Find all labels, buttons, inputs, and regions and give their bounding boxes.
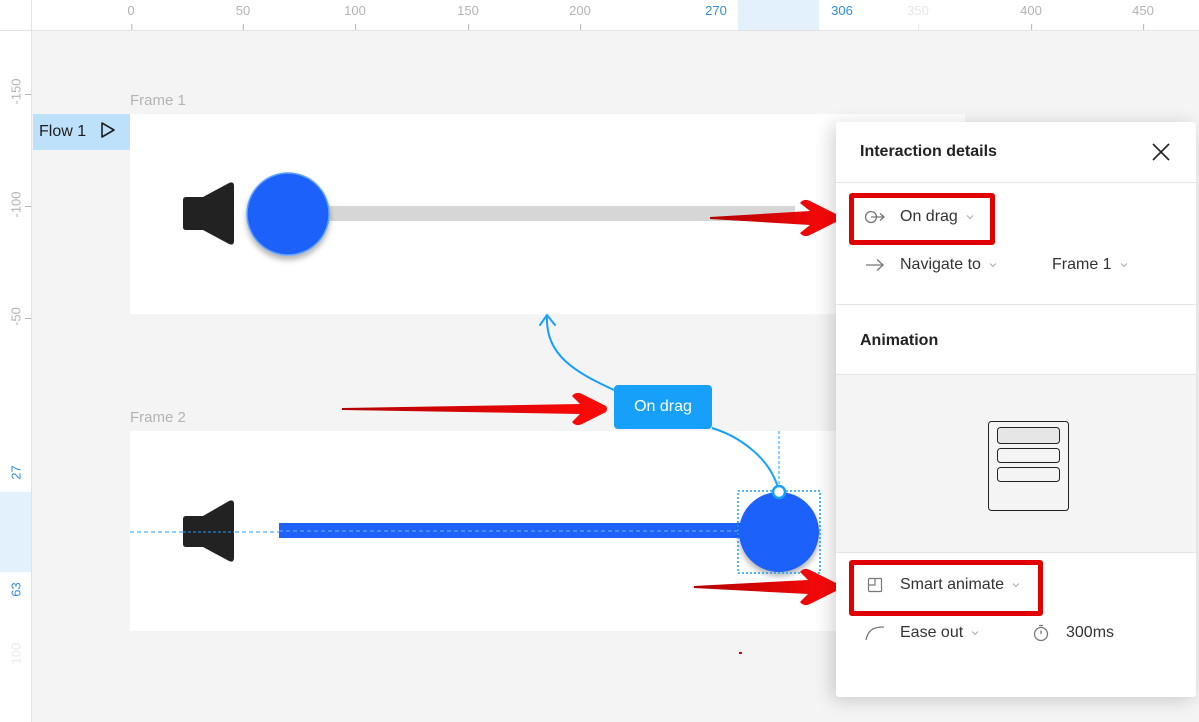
- arrow-right-icon: [864, 256, 886, 274]
- animation-preview-icon: [988, 421, 1069, 511]
- ruler-selection-end: 63: [8, 582, 24, 597]
- connector-arrowhead-icon: [539, 313, 556, 326]
- trigger-label: On drag: [900, 208, 958, 225]
- chevron-down-icon: [971, 631, 979, 636]
- duration-field[interactable]: 300ms: [1030, 624, 1114, 642]
- action-label: Navigate to: [900, 256, 981, 273]
- animation-section-title: Animation: [860, 332, 939, 349]
- interaction-trigger-chip[interactable]: On drag: [614, 385, 712, 429]
- ruler-selection-start: 270: [705, 3, 727, 18]
- annotation-arrow: [342, 392, 607, 426]
- ruler-tickmark: [25, 206, 31, 207]
- trigger-dropdown[interactable]: On drag: [864, 208, 974, 226]
- animation-preview: [836, 374, 1196, 553]
- ruler-tick: 150: [457, 3, 479, 30]
- ruler-tick: 200: [569, 3, 591, 30]
- flow-starting-point[interactable]: Flow 1: [33, 114, 130, 150]
- close-icon[interactable]: [1150, 141, 1172, 163]
- ruler-tickmark: [25, 318, 31, 319]
- animation-type-dropdown[interactable]: Smart animate: [864, 576, 1020, 594]
- ruler-tick: 400: [1020, 3, 1042, 30]
- chevron-down-icon: [1012, 583, 1020, 588]
- drag-trigger-icon: [864, 208, 886, 226]
- annotation-dot: [739, 652, 742, 654]
- chevron-down-icon: [989, 263, 997, 268]
- ruler-selection-highlight: [0, 492, 31, 572]
- ruler-tick: 50: [235, 3, 251, 30]
- frame-2-label[interactable]: Frame 2: [130, 409, 186, 426]
- panel-title: Interaction details: [860, 143, 997, 160]
- flow-label: Flow 1: [39, 123, 87, 140]
- timer-icon: [1030, 624, 1052, 642]
- ease-curve-icon: [864, 624, 886, 642]
- action-dropdown[interactable]: Navigate to: [864, 256, 997, 274]
- horizontal-ruler: 0 50 100 150 200 270 306 350 400 450: [0, 0, 1199, 31]
- ruler-tick: 450: [1132, 3, 1154, 30]
- vertical-ruler: [0, 31, 32, 722]
- smart-animate-icon: [864, 576, 886, 594]
- destination-label: Frame 1: [1052, 256, 1112, 273]
- animation-type-label: Smart animate: [900, 576, 1005, 593]
- easing-label: Ease out: [900, 624, 964, 641]
- ruler-tick: -150: [8, 78, 24, 105]
- ruler-selection-end: 306: [831, 3, 853, 18]
- ruler-tick: -100: [8, 191, 24, 218]
- ruler-tick: 100: [8, 642, 24, 665]
- ruler-tickmark: [25, 94, 31, 95]
- duration-value: 300ms: [1066, 624, 1115, 641]
- chevron-down-icon: [1120, 263, 1127, 268]
- connector-line[interactable]: [545, 315, 615, 391]
- ruler-selection-highlight: [738, 0, 819, 30]
- destination-dropdown[interactable]: Frame 1: [1052, 256, 1128, 274]
- ruler-selection-start: 27: [8, 465, 24, 480]
- ruler-tick: 350: [907, 3, 929, 30]
- play-icon[interactable]: [100, 121, 116, 144]
- panel-header: Interaction details: [836, 122, 1196, 183]
- divider: [836, 304, 1196, 305]
- frame-1-label[interactable]: Frame 1: [130, 92, 186, 109]
- interaction-details-panel: Interaction details On drag Navigate to …: [836, 122, 1196, 697]
- easing-dropdown[interactable]: Ease out: [864, 624, 979, 642]
- ruler-corner: [0, 0, 32, 31]
- ruler-tick: -50: [8, 307, 24, 326]
- chevron-down-icon: [966, 215, 974, 220]
- ruler-tick: 100: [344, 3, 366, 30]
- ruler-tick: 0: [127, 3, 135, 30]
